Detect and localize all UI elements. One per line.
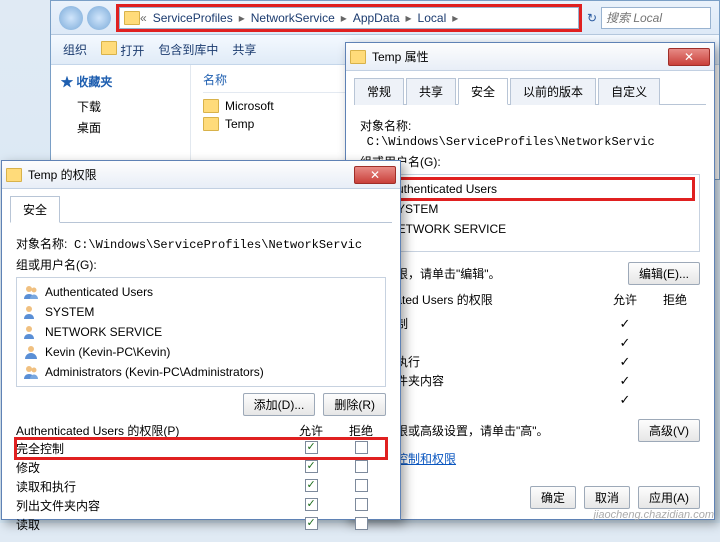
user-authenticated[interactable]: Authenticated Users <box>23 282 379 302</box>
allow-header: 允许 <box>600 291 650 308</box>
user-kevin[interactable]: Kevin (Kevin-PC\Kevin) <box>23 342 379 362</box>
group-label: 组或用户名(G): <box>360 153 700 170</box>
toolbar-organize[interactable]: 组织 <box>63 41 87 58</box>
back-button[interactable] <box>59 6 83 30</box>
deny-checkbox[interactable] <box>355 498 368 511</box>
folder-icon <box>6 168 22 182</box>
close-button[interactable]: ✕ <box>668 48 710 66</box>
perm-list: 列出文件夹内容✓ <box>360 371 700 390</box>
user-network-service[interactable]: NETWORK SERVICE <box>367 219 693 239</box>
forward-button[interactable] <box>87 6 111 30</box>
user-system[interactable]: SYSTEM <box>367 199 693 219</box>
nav-downloads[interactable]: 下载 <box>61 96 180 117</box>
tab-custom[interactable]: 自定义 <box>598 78 660 105</box>
tab-general[interactable]: 常规 <box>354 78 404 105</box>
perm-exec: 读取和执行✓ <box>360 352 700 371</box>
breadcrumb[interactable]: « ServiceProfiles▸ NetworkService▸ AppDa… <box>119 7 579 29</box>
folder-icon <box>124 11 140 25</box>
users-icon <box>23 364 39 380</box>
perm-full: 完全控制✓ <box>360 314 700 333</box>
tab-security[interactable]: 安全 <box>458 78 508 105</box>
users-list[interactable]: Authenticated Users SYSTEM NETWORK SERVI… <box>360 174 700 252</box>
crumb-1[interactable]: NetworkService <box>245 11 341 25</box>
perm-row: 修改 <box>16 458 386 477</box>
object-label: 对象名称: <box>360 117 411 134</box>
toolbar-share[interactable]: 共享 <box>232 41 256 58</box>
tab-strip: 常规 共享 安全 以前的版本 自定义 <box>354 77 706 105</box>
deny-checkbox[interactable] <box>355 479 368 492</box>
edit-button[interactable]: 编辑(E)... <box>628 262 700 285</box>
user-authenticated[interactable]: Authenticated Users <box>367 179 693 199</box>
crumb-3[interactable]: Local <box>412 11 453 25</box>
object-value: C:\Windows\ServiceProfiles\NetworkServic <box>367 135 655 149</box>
deny-checkbox[interactable] <box>355 517 368 530</box>
users-icon <box>23 324 39 340</box>
tab-security[interactable]: 安全 <box>10 196 60 223</box>
allow-checkbox[interactable] <box>305 479 318 492</box>
ok-button[interactable]: 确定 <box>530 486 576 509</box>
object-label: 对象名称: <box>16 235 67 252</box>
user-icon <box>23 344 39 360</box>
crumb-2[interactable]: AppData <box>347 11 406 25</box>
favorites-header: ★ 收藏夹 <box>61 73 180 90</box>
crumb-0[interactable]: ServiceProfiles <box>147 11 239 25</box>
cancel-button[interactable]: 取消 <box>584 486 630 509</box>
apply-button[interactable]: 应用(A) <box>638 486 700 509</box>
tab-previous[interactable]: 以前的版本 <box>510 78 596 105</box>
advanced-button[interactable]: 高级(V) <box>638 419 700 442</box>
remove-button[interactable]: 删除(R) <box>323 393 386 416</box>
allow-checkbox[interactable] <box>305 441 318 454</box>
search-input[interactable] <box>601 7 711 29</box>
dialog-title: Temp 属性 <box>366 48 668 65</box>
users-icon <box>23 304 39 320</box>
dialog-buttons: 确定 取消 应用(A) <box>530 486 700 509</box>
dialog-titlebar[interactable]: Temp 的权限 ✕ <box>2 161 400 189</box>
deny-checkbox[interactable] <box>355 441 368 454</box>
allow-header: 允许 <box>286 422 336 439</box>
refresh-icon[interactable]: ↻ <box>587 11 597 25</box>
folder-icon <box>350 50 366 64</box>
group-label: 组或用户名(G): <box>16 256 386 273</box>
tab-sharing[interactable]: 共享 <box>406 78 456 105</box>
perm-row: 读取和执行 <box>16 477 386 496</box>
perm-row: 读取 <box>16 515 386 534</box>
users-list[interactable]: Authenticated Users SYSTEM NETWORK SERVI… <box>16 277 386 387</box>
perm-list: 完全控制✓ 修改✓ 读取和执行✓ 列出文件夹内容✓ 读取✓ <box>360 312 700 411</box>
toolbar-open[interactable]: 打开 <box>101 41 144 59</box>
perms-for-label: Authenticated Users 的权限(P) <box>16 422 286 439</box>
permissions-dialog: Temp 的权限 ✕ 安全 对象名称: C:\Windows\ServicePr… <box>1 160 401 520</box>
deny-header: 拒绝 <box>650 291 700 308</box>
perm-read: 读取✓ <box>360 390 700 409</box>
allow-checkbox[interactable] <box>305 517 318 530</box>
user-system[interactable]: SYSTEM <box>23 302 379 322</box>
perm-modify: 修改✓ <box>360 333 700 352</box>
deny-checkbox[interactable] <box>355 460 368 473</box>
dialog-title: Temp 的权限 <box>22 166 354 183</box>
folder-icon <box>203 117 219 131</box>
allow-checkbox[interactable] <box>305 498 318 511</box>
dialog-titlebar[interactable]: Temp 属性 ✕ <box>346 43 714 71</box>
perm-list: 完全控制修改读取和执行列出文件夹内容读取 <box>16 439 386 534</box>
folder-icon <box>203 99 219 113</box>
object-value: C:\Windows\ServiceProfiles\NetworkServic <box>74 238 362 252</box>
perm-row: 完全控制 <box>16 439 386 458</box>
user-network-service[interactable]: NETWORK SERVICE <box>23 322 379 342</box>
nav-desktop[interactable]: 桌面 <box>61 117 180 138</box>
deny-header: 拒绝 <box>336 422 386 439</box>
user-administrators[interactable]: Administrators (Kevin-PC\Administrators) <box>23 362 379 382</box>
tab-strip: 安全 <box>10 195 392 223</box>
add-button[interactable]: 添加(D)... <box>243 393 316 416</box>
adv-hint: 特殊权限或高级设置，请单击"高"。 <box>360 422 638 439</box>
toolbar-include[interactable]: 包含到库中 <box>158 41 218 58</box>
close-button[interactable]: ✕ <box>354 166 396 184</box>
users-icon <box>23 284 39 300</box>
watermark: jiaocheng.chazidian.com <box>594 509 714 521</box>
perm-row: 列出文件夹内容 <box>16 496 386 515</box>
nav-pane: ★ 收藏夹 下载 桌面 <box>51 65 191 175</box>
address-bar: « ServiceProfiles▸ NetworkService▸ AppDa… <box>51 1 719 35</box>
allow-checkbox[interactable] <box>305 460 318 473</box>
